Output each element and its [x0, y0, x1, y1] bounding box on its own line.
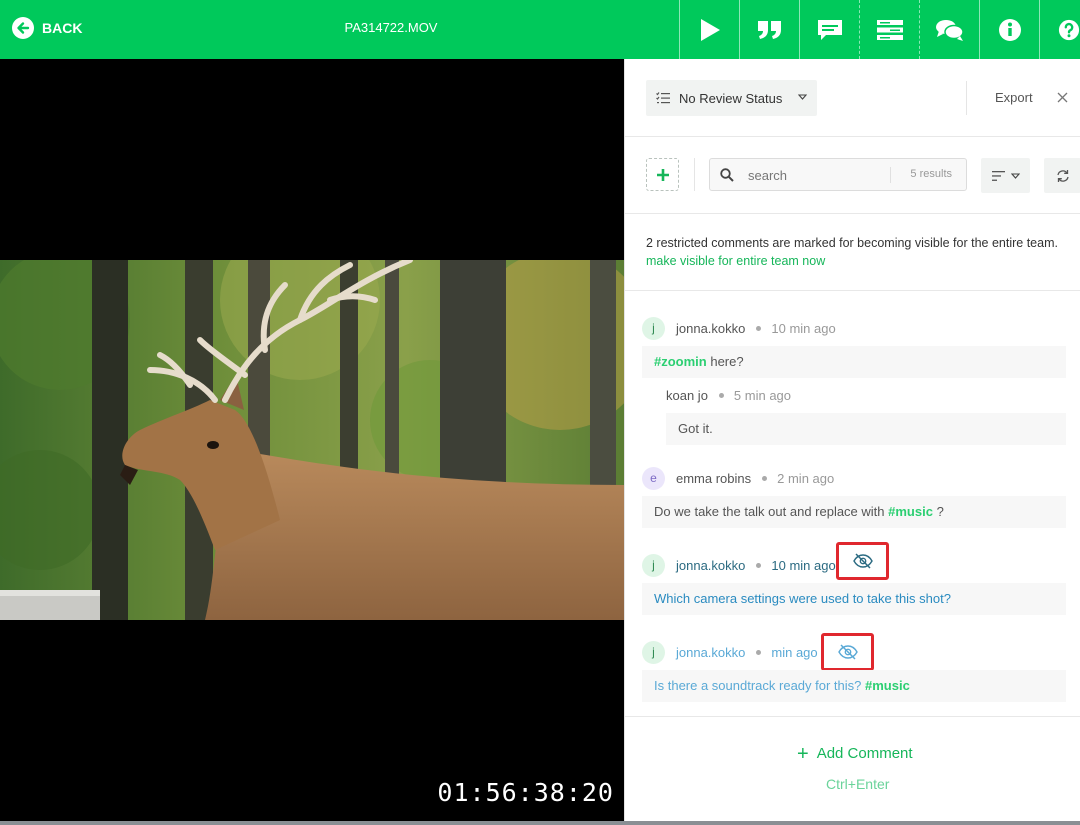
divider [966, 81, 967, 115]
comment-author: emma robins [676, 470, 752, 486]
search-input[interactable] [748, 165, 888, 185]
add-button[interactable] [646, 158, 679, 191]
separator-dot [762, 475, 768, 481]
quote-button[interactable] [739, 0, 799, 59]
comment-meta: e emma robins 2 min ago [642, 466, 834, 490]
restricted-notice: 2 restricted comments are marked for bec… [646, 234, 1071, 270]
back-label: BACK [42, 20, 83, 36]
arrow-left-icon [12, 17, 34, 39]
add-comment-button[interactable]: + Add Comment [797, 742, 913, 765]
divider [625, 136, 1080, 137]
hashtag-link[interactable]: #zoomin [654, 354, 707, 369]
divider [625, 213, 1080, 214]
comment-time: 2 min ago [777, 470, 835, 486]
top-bar: BACK PA314722.MOV [0, 0, 1080, 59]
sort-icon [991, 170, 1005, 181]
video-frame-deer [0, 260, 624, 620]
search-box: 5 results [709, 158, 967, 191]
close-icon [1057, 92, 1068, 103]
help-icon [1058, 19, 1080, 40]
export-button[interactable]: Export [995, 90, 1033, 105]
comment-text: ? [932, 504, 944, 519]
divider [625, 290, 1080, 291]
hashtag-link[interactable]: #music [865, 678, 910, 693]
reply-body[interactable]: Got it. [666, 413, 1066, 445]
add-comment-label: Add Comment [816, 745, 913, 762]
comment-author: jonna.kokko [676, 557, 746, 573]
comment-text: Is there a soundtrack ready for this? [654, 678, 865, 693]
reply-time: 5 min ago [733, 387, 792, 403]
separator-dot [756, 649, 762, 655]
plus-icon: + [797, 742, 809, 765]
comment-body[interactable]: Is there a soundtrack ready for this? #m… [642, 670, 1066, 702]
sort-button[interactable] [981, 158, 1030, 193]
info-button[interactable] [979, 0, 1039, 59]
comment-icon [817, 19, 842, 40]
comment-time: 10 min ago [771, 557, 836, 573]
make-visible-link[interactable]: make visible for entire team now [646, 254, 825, 268]
play-button[interactable] [679, 0, 739, 59]
reply-meta: koan jo 5 min ago [666, 383, 791, 407]
video-player[interactable]: 01:56:38:20 [0, 59, 624, 821]
comments-panel: No Review Status Export 5 results 2 rest… [624, 59, 1080, 821]
review-status-label: No Review Status [679, 90, 783, 106]
restricted-visibility-toggle[interactable] [836, 542, 889, 580]
back-button[interactable]: BACK [12, 16, 82, 40]
results-count: 5 results [910, 168, 952, 180]
reply-author: koan jo [666, 387, 708, 403]
comment-meta: j jonna.kokko 10 min ago [642, 316, 836, 340]
list-icon [876, 19, 903, 40]
timecode: 01:56:38:20 [437, 778, 614, 807]
comment-body[interactable]: #zoomin here? [642, 346, 1066, 378]
chat-icon [935, 19, 964, 41]
avatar: e [642, 466, 665, 490]
comment-view-button[interactable] [799, 0, 859, 59]
separator-dot [718, 392, 724, 398]
caret-down-icon [798, 94, 807, 100]
separator-dot [756, 562, 762, 568]
avatar: j [642, 316, 665, 340]
comment-text: here? [706, 354, 744, 369]
notice-text: 2 restricted comments are marked for bec… [646, 236, 1058, 250]
comment-meta: j jonna.kokko min ago [642, 640, 818, 664]
play-icon [700, 18, 720, 41]
comment-time: 10 min ago [771, 320, 836, 336]
search-icon [720, 168, 734, 182]
help-button[interactable] [1039, 0, 1080, 59]
refresh-button[interactable] [1044, 158, 1080, 193]
comment-body[interactable]: Which camera settings were used to take … [642, 583, 1066, 615]
divider [694, 158, 695, 191]
info-icon [998, 18, 1021, 41]
separator-dot [756, 325, 762, 331]
divider [625, 716, 1080, 717]
list-view-button[interactable] [859, 0, 919, 59]
comment-text: Do we take the talk out and replace with [654, 504, 889, 519]
shortcut-hint: Ctrl+Enter [826, 776, 890, 792]
file-title: PA314722.MOV [344, 20, 438, 35]
review-status-dropdown[interactable]: No Review Status [646, 80, 817, 116]
bottom-strip [0, 821, 1080, 825]
avatar: j [642, 553, 665, 577]
refresh-icon [1056, 169, 1069, 182]
close-panel-button[interactable] [1057, 90, 1068, 108]
comment-meta: j jonna.kokko 10 min ago [642, 553, 836, 577]
comment-author: jonna.kokko [676, 320, 746, 336]
eye-slash-icon [852, 553, 873, 569]
comment-author: jonna.kokko [676, 644, 746, 660]
restricted-visibility-toggle[interactable] [821, 633, 874, 671]
quote-icon [757, 20, 781, 39]
discussion-button[interactable] [919, 0, 979, 59]
avatar: j [642, 640, 665, 664]
plus-icon [656, 168, 669, 181]
hashtag-link[interactable]: #music [888, 504, 933, 519]
comment-body[interactable]: Do we take the talk out and replace with… [642, 496, 1066, 528]
checklist-icon [656, 92, 670, 104]
comment-time: min ago [771, 644, 818, 660]
eye-slash-icon [837, 644, 858, 660]
divider [890, 167, 891, 183]
caret-down-icon [1010, 172, 1020, 179]
